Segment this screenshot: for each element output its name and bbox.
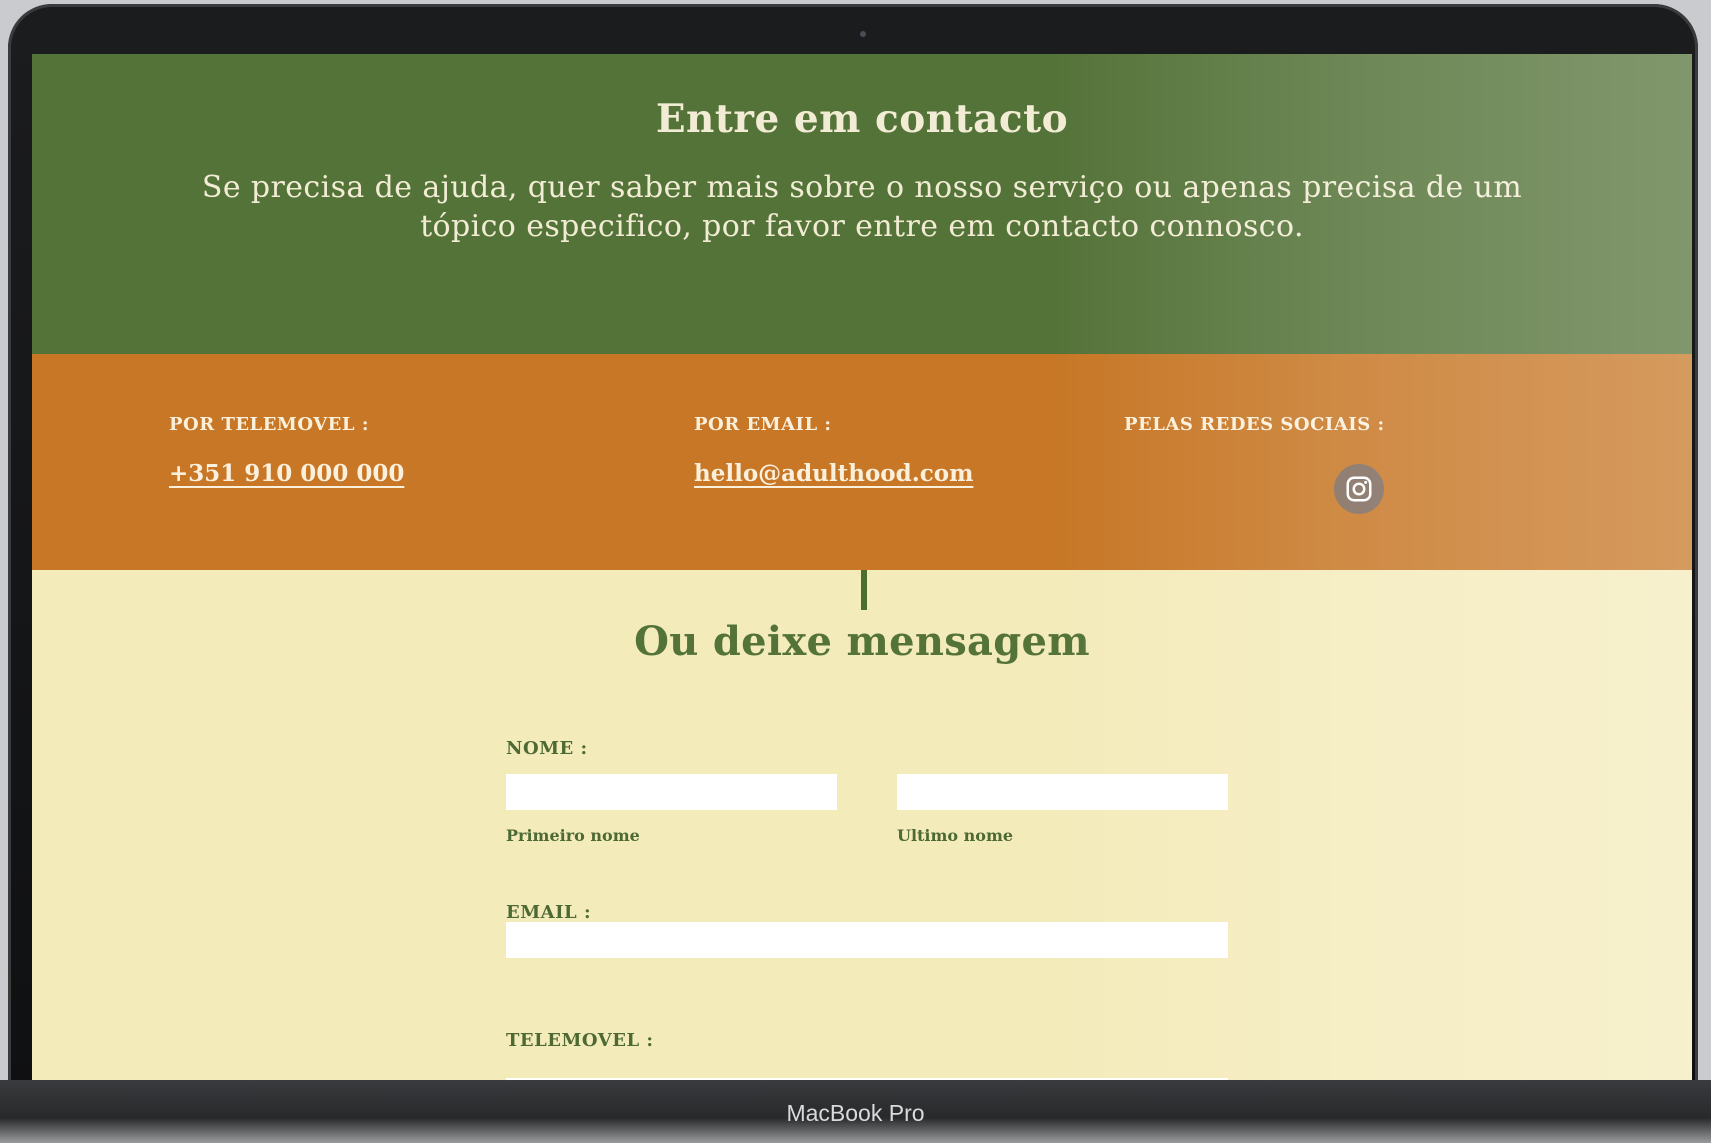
- hero-section: Entre em contacto Se precisa de ajuda, q…: [32, 54, 1692, 354]
- phone-link[interactable]: +351 910 000 000: [169, 460, 404, 487]
- camera-icon: [860, 31, 866, 37]
- social-label: PELAS REDES SOCIAIS :: [1124, 414, 1385, 435]
- section-divider: [861, 570, 867, 610]
- email-link[interactable]: hello@adulthood.com: [694, 460, 973, 487]
- name-label: NOME :: [506, 738, 588, 759]
- hero-title: Entre em contacto: [655, 96, 1069, 142]
- form-title: Ou deixe mensagem: [634, 618, 1090, 665]
- last-name-hint: Ultimo nome: [897, 826, 1014, 845]
- phone-field-label: TELEMOVEL :: [506, 1030, 654, 1051]
- email-label: POR EMAIL :: [694, 414, 832, 435]
- first-name-hint: Primeiro nome: [506, 826, 640, 845]
- website-screen: Entre em contacto Se precisa de ajuda, q…: [32, 54, 1692, 1084]
- phone-label: POR TELEMOVEL :: [169, 414, 369, 435]
- instagram-button[interactable]: [1334, 464, 1384, 514]
- instagram-icon: [1346, 476, 1372, 502]
- device-label: MacBook Pro: [786, 1100, 925, 1126]
- email-field[interactable]: [506, 922, 1228, 958]
- last-name-field[interactable]: [897, 774, 1228, 810]
- hero-description: Se precisa de ajuda, quer saber mais sob…: [201, 170, 1523, 244]
- laptop-frame: Entre em contacto Se precisa de ajuda, q…: [8, 4, 1698, 1124]
- contact-methods-section: POR TELEMOVEL : +351 910 000 000 POR EMA…: [32, 354, 1692, 570]
- first-name-field[interactable]: [506, 774, 837, 810]
- email-field-label: EMAIL :: [506, 902, 592, 923]
